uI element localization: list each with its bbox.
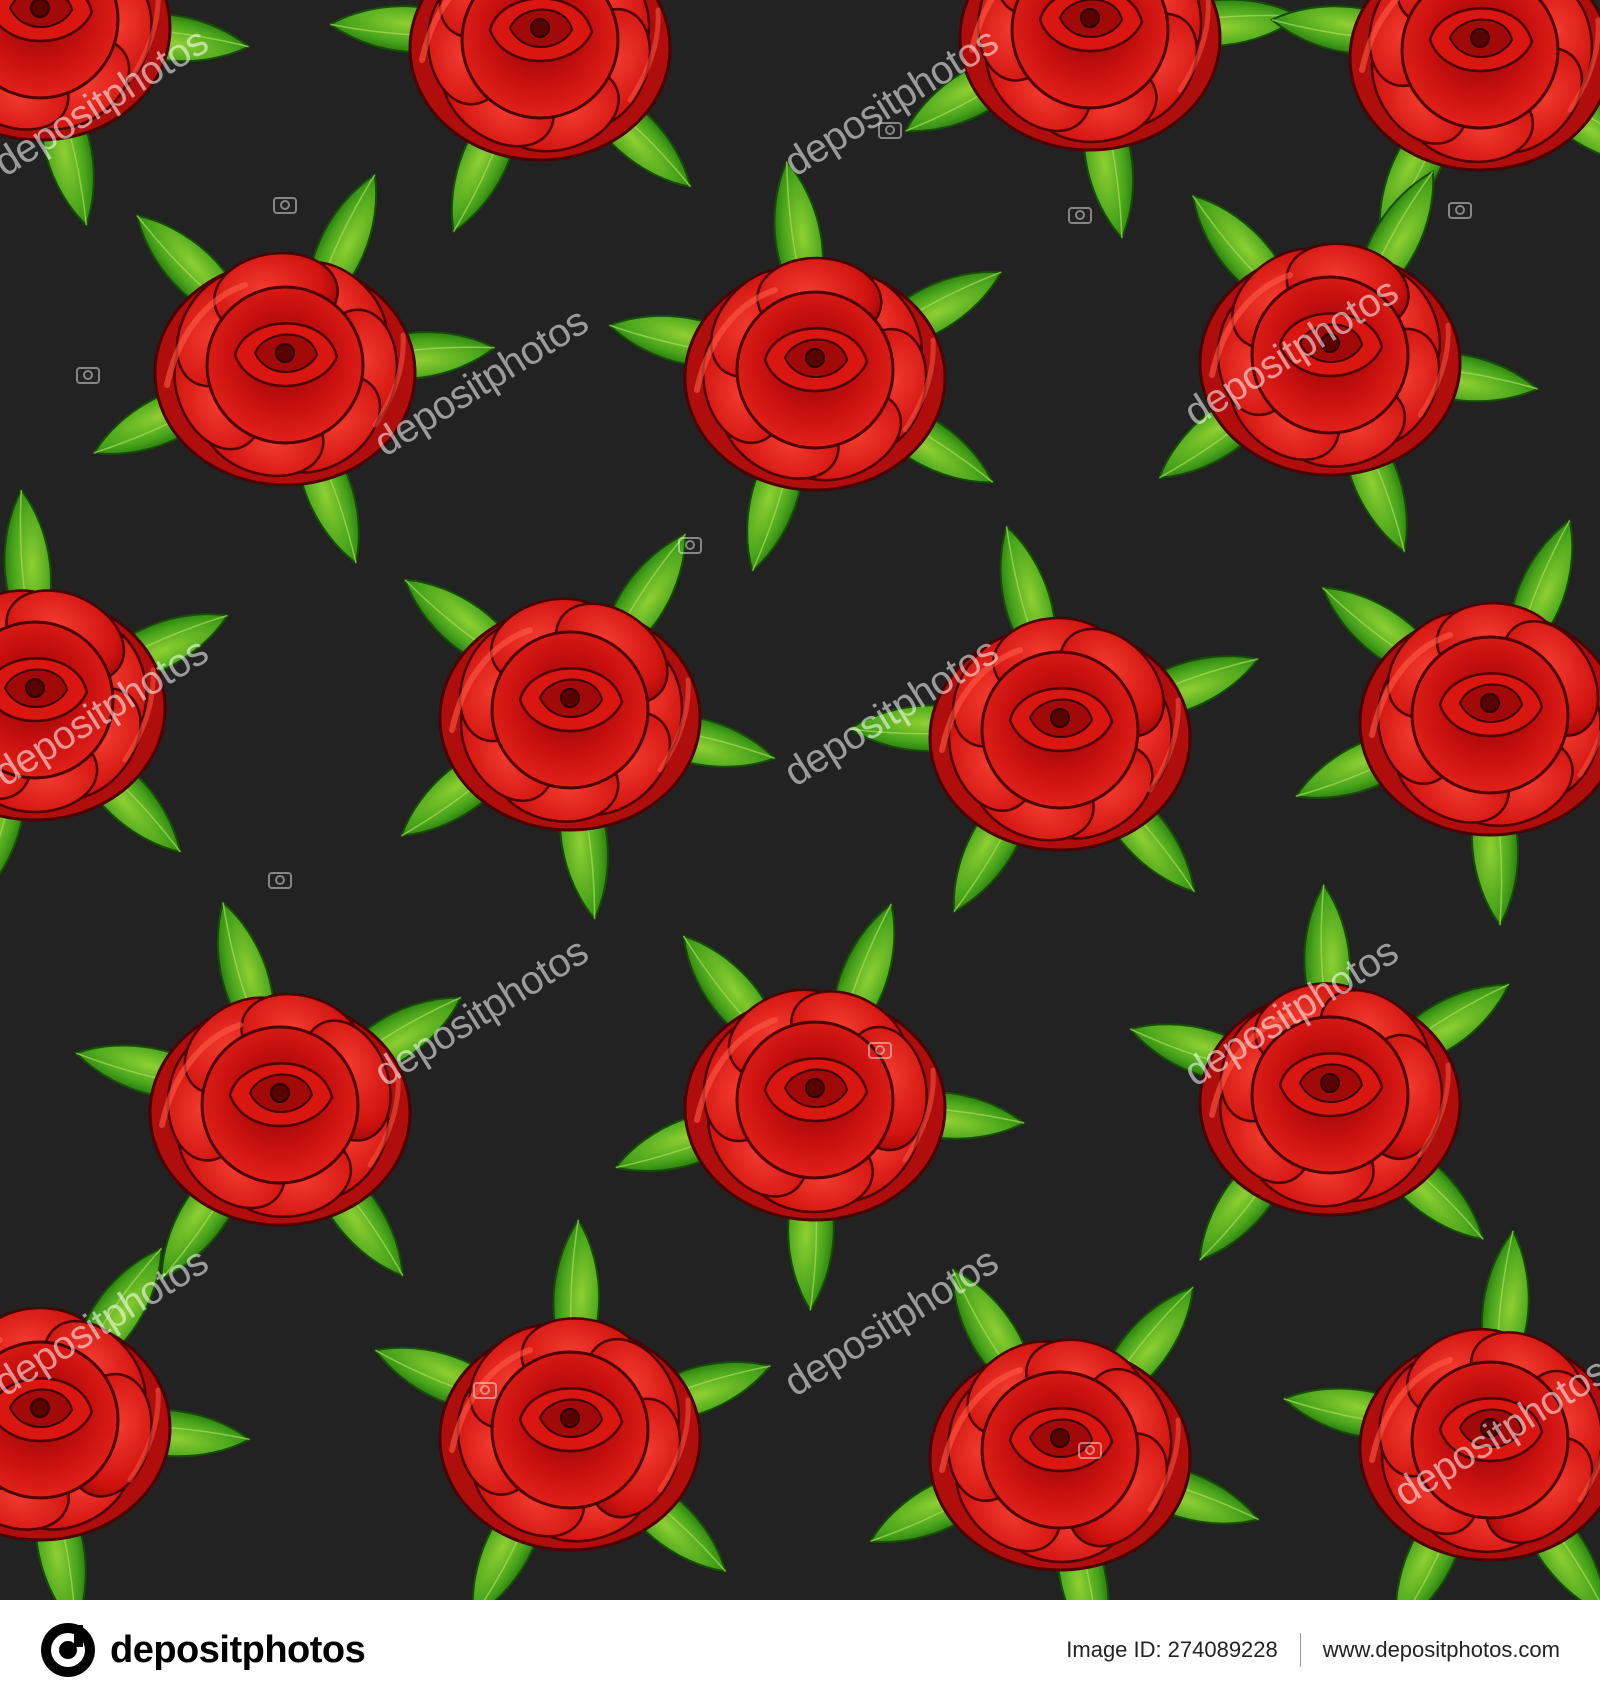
rose-motif <box>847 524 1260 914</box>
image-id-value: 274089228 <box>1167 1637 1278 1662</box>
rose-motif <box>614 902 1026 1313</box>
rose-motif <box>1157 169 1540 554</box>
camera-icon <box>76 367 100 384</box>
depositphotos-logo-icon <box>41 1623 95 1677</box>
rose-motif <box>0 488 230 904</box>
camera-icon <box>268 872 292 889</box>
rose-bud-center <box>1050 1428 1070 1448</box>
rose-bud-center <box>1320 333 1340 353</box>
rose-bud-center <box>1480 1418 1500 1438</box>
camera-icon <box>878 122 902 139</box>
rose-bud-center <box>805 348 825 368</box>
rose-bud-center <box>1080 8 1100 28</box>
rose-bud-center <box>270 1083 290 1103</box>
rose-motif <box>373 1218 773 1600</box>
rose-bud-center <box>275 343 295 363</box>
camera-icon <box>273 197 297 214</box>
rose-bud-center <box>560 1408 580 1428</box>
rose-bud-center <box>30 0 50 18</box>
rose-bud-center <box>1320 1073 1340 1093</box>
rose-motif <box>1281 1229 1600 1600</box>
brand-name: depositphotos <box>110 1628 366 1671</box>
site-url-link[interactable]: www.depositphotos.com <box>1323 1637 1560 1663</box>
rose-motif <box>0 1245 252 1600</box>
rose-motif <box>74 900 463 1281</box>
rose-bud-center <box>560 688 580 708</box>
footer-divider <box>1299 1633 1301 1667</box>
rose-motif <box>904 0 1302 240</box>
rose-bud-center <box>25 678 45 698</box>
rose-bud-center <box>1050 708 1070 728</box>
rose-motif <box>1294 518 1600 927</box>
rose-bud-center <box>530 18 550 38</box>
rose-motif <box>92 173 497 565</box>
rose-pattern-image: depositphotos depositphotos depositphotos d… <box>0 0 1600 1600</box>
rose-motif <box>1128 883 1511 1262</box>
rose-motif <box>868 1267 1261 1600</box>
rose-bud-center <box>805 1078 825 1098</box>
rose-bud-center <box>30 1398 50 1418</box>
rose-motif <box>328 0 701 234</box>
footer-bar: depositphotos Image ID: 274089228 www.de… <box>0 1600 1600 1700</box>
rose-bud-center <box>1470 28 1490 48</box>
rose-pattern-svg <box>0 0 1600 1600</box>
depositphotos-logo[interactable]: depositphotos <box>40 1622 366 1678</box>
camera-icon <box>1068 207 1092 224</box>
rose-motif <box>1270 0 1600 237</box>
image-id-label: Image ID: <box>1066 1637 1162 1662</box>
rose-motif <box>607 159 1003 573</box>
rose-motif <box>400 532 777 921</box>
footer-info: Image ID: 274089228 www.depositphotos.co… <box>1066 1633 1560 1667</box>
camera-icon <box>1448 202 1472 219</box>
rose-motif <box>0 0 251 227</box>
rose-bud-center <box>1480 693 1500 713</box>
